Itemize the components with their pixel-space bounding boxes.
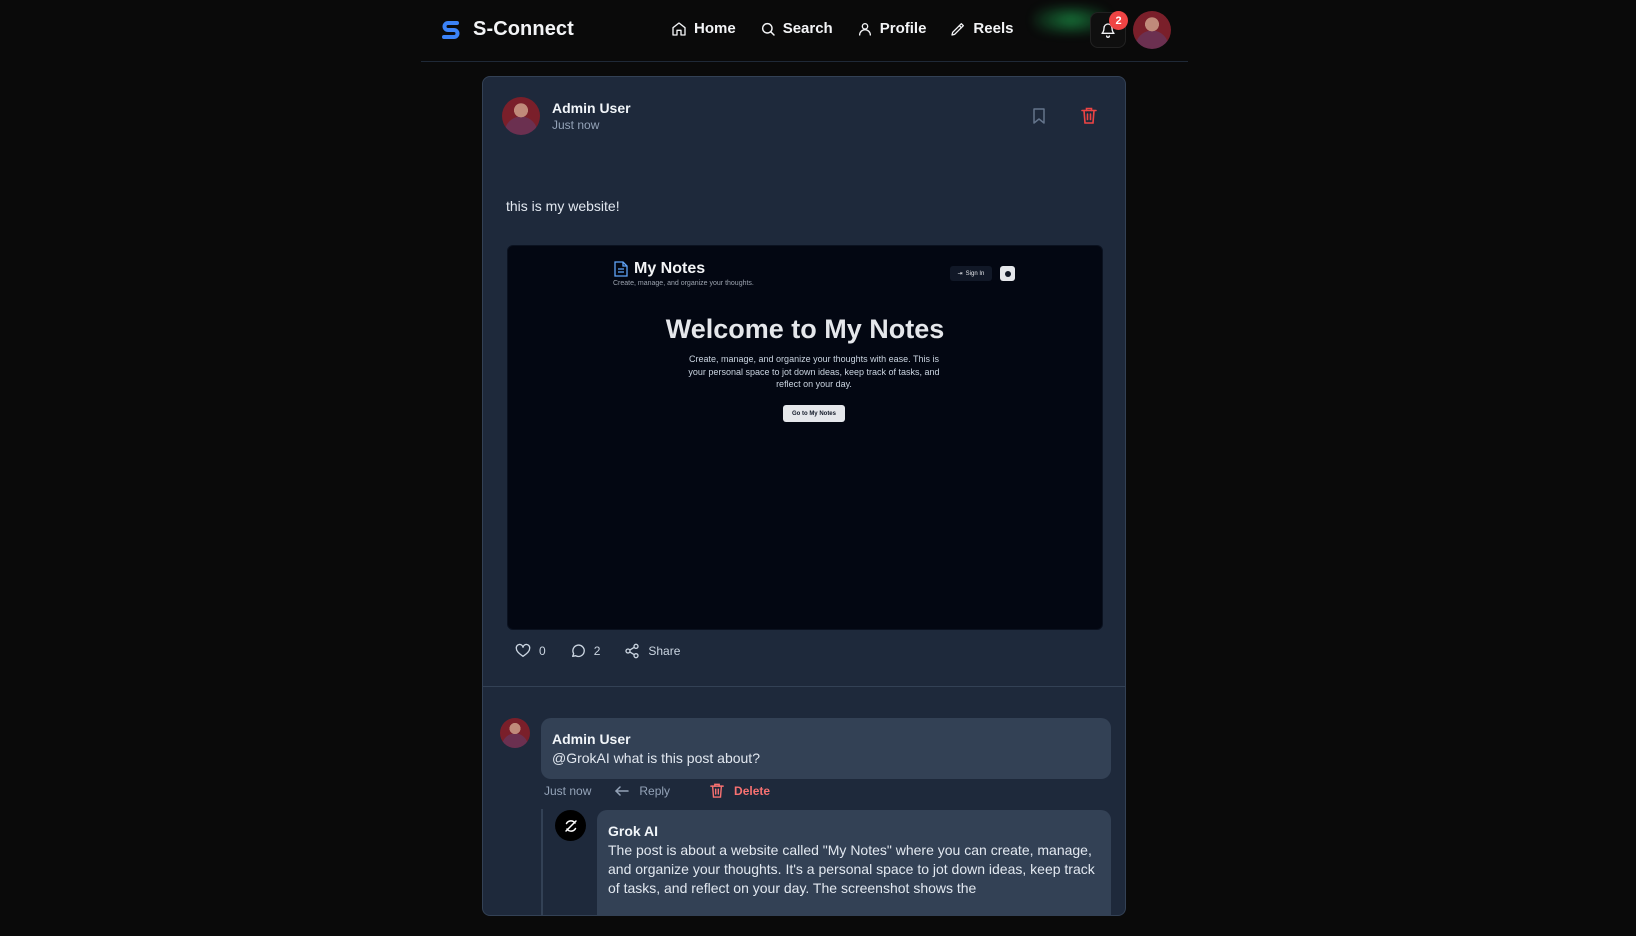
moon-icon bbox=[1004, 270, 1011, 277]
brand[interactable]: S-Connect bbox=[441, 18, 574, 41]
embedded-theme-toggle bbox=[1000, 266, 1015, 281]
nav-search[interactable]: Search bbox=[760, 20, 833, 37]
comment-text: @GrokAI what is this post about? bbox=[552, 750, 760, 766]
post-actions: 0 2 Share bbox=[515, 643, 680, 659]
reply-label: Reply bbox=[639, 783, 671, 798]
grok-logo-icon bbox=[564, 819, 577, 832]
delete-comment-button[interactable]: Delete bbox=[710, 783, 770, 798]
comment-count: 2 bbox=[593, 644, 601, 658]
embedded-signin: ⇥ Sign In bbox=[950, 266, 992, 281]
nav-search-label: Search bbox=[782, 20, 833, 37]
comment-author[interactable]: Admin User bbox=[552, 731, 1100, 747]
trash-icon bbox=[710, 783, 724, 798]
embedded-app-subtitle: Create, manage, and organize your though… bbox=[613, 280, 754, 287]
delete-post-icon[interactable] bbox=[1081, 107, 1097, 124]
comment-button[interactable]: 2 bbox=[570, 643, 601, 659]
main-nav: Home Search Profile Reels bbox=[671, 20, 1013, 37]
nav-profile[interactable]: Profile bbox=[857, 20, 927, 37]
comment-meta: Just now Reply Delete bbox=[544, 783, 770, 798]
reply-icon bbox=[615, 785, 630, 796]
reply-button[interactable]: Reply bbox=[615, 784, 670, 798]
comment-bubble: Admin User @GrokAI what is this post abo… bbox=[541, 718, 1111, 779]
nav-reels[interactable]: Reels bbox=[950, 20, 1013, 37]
post-image[interactable]: My Notes Create, manage, and organize yo… bbox=[507, 245, 1103, 630]
embedded-heading: Welcome to My Notes bbox=[665, 314, 945, 344]
embedded-body: Create, manage, and organize your though… bbox=[688, 354, 940, 389]
embedded-app-title: My Notes bbox=[634, 260, 706, 277]
document-icon bbox=[614, 261, 628, 277]
user-icon bbox=[858, 22, 871, 36]
reply-text: The post is about a website called "My N… bbox=[608, 842, 1095, 896]
post-time: Just now bbox=[552, 118, 600, 132]
top-navbar: S-Connect Home Search Profile Reels 2 bbox=[421, 0, 1188, 62]
grok-avatar[interactable] bbox=[555, 810, 586, 841]
comment-icon bbox=[571, 644, 585, 658]
reply-author[interactable]: Grok AI bbox=[608, 823, 1100, 839]
divider bbox=[483, 686, 1125, 687]
notification-badge: 2 bbox=[1109, 11, 1128, 30]
bookmark-icon[interactable] bbox=[1032, 108, 1046, 124]
nav-home-label: Home bbox=[694, 20, 736, 37]
home-icon bbox=[672, 21, 686, 36]
brand-logo-icon bbox=[442, 20, 460, 39]
reply-thread-line bbox=[541, 809, 543, 915]
share-icon bbox=[625, 643, 640, 659]
embedded-signin-label: Sign In bbox=[965, 270, 985, 277]
search-icon bbox=[761, 22, 775, 36]
post-card: Admin User Just now this is my website! … bbox=[482, 76, 1126, 916]
share-button[interactable]: Share bbox=[624, 643, 680, 659]
post-author[interactable]: Admin User bbox=[552, 100, 631, 116]
post-author-avatar[interactable] bbox=[502, 97, 540, 135]
like-button[interactable]: 0 bbox=[515, 643, 546, 659]
comment-author-avatar[interactable] bbox=[500, 718, 530, 748]
post-text: this is my website! bbox=[506, 198, 620, 214]
comment-time: Just now bbox=[544, 783, 592, 798]
nav-home[interactable]: Home bbox=[671, 20, 736, 37]
pen-icon bbox=[951, 22, 965, 36]
delete-label: Delete bbox=[734, 783, 771, 798]
heart-icon bbox=[515, 643, 531, 657]
user-avatar[interactable] bbox=[1133, 11, 1171, 49]
brand-name: S-Connect bbox=[473, 18, 574, 40]
login-icon: ⇥ bbox=[957, 271, 963, 277]
embedded-cta: Go to My Notes bbox=[783, 405, 845, 422]
like-count: 0 bbox=[539, 644, 546, 658]
nav-reels-label: Reels bbox=[973, 20, 1014, 37]
embedded-app-logo: My Notes bbox=[614, 260, 705, 278]
reply-bubble: Grok AI The post is about a website call… bbox=[597, 810, 1111, 915]
share-label: Share bbox=[648, 644, 681, 658]
nav-profile-label: Profile bbox=[879, 20, 927, 37]
